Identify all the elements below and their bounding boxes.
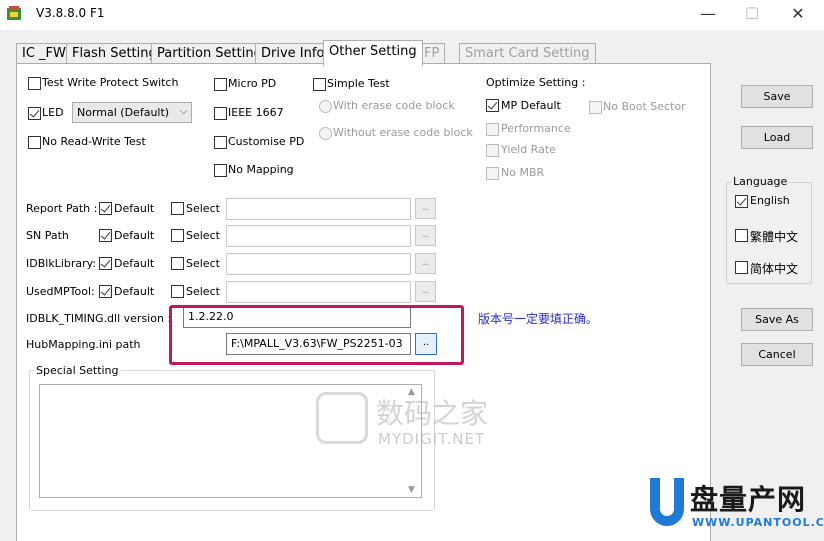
no-read-write-checkbox[interactable] (28, 136, 41, 149)
save-button[interactable]: Save (741, 85, 813, 108)
customise-pd-checkbox[interactable] (214, 136, 227, 149)
test-write-protect-checkbox[interactable] (28, 77, 41, 90)
language-title: Language (731, 175, 790, 188)
language-traditional-chinese-label: 繁體中文 (750, 230, 799, 244)
performance-label: Performance (501, 122, 571, 135)
led-label: LED (42, 106, 64, 119)
ieee1667-checkbox[interactable] (214, 107, 227, 120)
optimize-setting-title: Optimize Setting : (486, 76, 586, 89)
scroll-down-icon[interactable]: ▼ (408, 485, 415, 495)
used-mptool-label: UsedMPTool: (26, 285, 95, 298)
micro-pd-checkbox[interactable] (214, 78, 227, 91)
no-mapping-checkbox[interactable] (214, 164, 227, 177)
tab-partition-setting[interactable]: Partition Setting (151, 43, 268, 65)
micro-pd-label: Micro PD (228, 77, 277, 90)
used-mptool-browse-button[interactable]: .. (415, 281, 436, 302)
no-boot-sector-label: No Boot Sector (603, 100, 686, 113)
with-erase-label: With erase code block (333, 99, 455, 112)
maximize-button[interactable]: ☐ (730, 0, 774, 28)
without-erase-label: Without erase code block (333, 126, 473, 139)
report-path-select-checkbox[interactable] (171, 202, 184, 215)
mp-default-checkbox[interactable] (486, 99, 499, 112)
report-path-default-checkbox[interactable] (99, 202, 112, 215)
led-checkbox[interactable] (28, 107, 41, 120)
sn-path-default-checkbox[interactable] (99, 229, 112, 242)
idblk-library-default-label: Default (114, 257, 155, 270)
yield-rate-checkbox[interactable] (486, 144, 499, 157)
test-write-protect-label: Test Write Protect Switch (42, 76, 179, 89)
upantool-watermark-url: WWW.UPANTOOL.COM (692, 516, 824, 529)
mydigit-watermark-url: MYDIGIT.NET (378, 430, 486, 448)
tab-ic-fw[interactable]: IC _FW (16, 43, 72, 65)
tab-drive-info[interactable]: Drive Info (255, 43, 331, 65)
highlight-box (169, 305, 464, 365)
tab-other-setting[interactable]: Other Setting (323, 40, 423, 66)
chevron-down-icon: ⌵ (180, 107, 187, 117)
minimize-button[interactable]: — (686, 0, 730, 28)
led-mode-value: Normal (Default) (77, 106, 170, 119)
language-simplified-chinese-checkbox[interactable] (735, 261, 748, 274)
idblk-timing-label: IDBLK_TIMING.dll version : (26, 312, 172, 325)
mydigit-watermark-text: 数码之家 (376, 397, 489, 430)
sn-path-label: SN Path (26, 229, 69, 242)
performance-checkbox[interactable] (486, 123, 499, 136)
simple-test-label: Simple Test (327, 77, 390, 90)
without-erase-radio[interactable] (319, 127, 332, 140)
cancel-button[interactable]: Cancel (741, 343, 813, 366)
used-mptool-default-label: Default (114, 285, 155, 298)
load-button[interactable]: Load (741, 126, 813, 149)
mp-default-label: MP Default (501, 99, 561, 112)
idblk-library-input[interactable] (226, 253, 411, 275)
used-mptool-default-checkbox[interactable] (99, 285, 112, 298)
language-english-label: English (750, 194, 790, 207)
language-simplified-chinese-label: 简体中文 (750, 262, 799, 276)
used-mptool-select-label: Select (186, 285, 220, 298)
used-mptool-select-checkbox[interactable] (171, 285, 184, 298)
tab-smart-card-setting[interactable]: Smart Card Setting (459, 43, 596, 65)
no-read-write-label: No Read-Write Test (42, 135, 146, 148)
no-mbr-label: No MBR (501, 166, 545, 179)
idblk-library-browse-button[interactable]: .. (415, 253, 436, 274)
sn-path-default-label: Default (114, 229, 155, 242)
special-setting-title: Special Setting (34, 364, 121, 377)
no-mapping-label: No Mapping (228, 163, 294, 176)
app-icon (6, 5, 22, 21)
sn-path-select-checkbox[interactable] (171, 229, 184, 242)
hub-mapping-label: HubMapping.ini path (26, 338, 141, 351)
mydigit-logo-icon (316, 392, 368, 444)
no-mbr-checkbox[interactable] (486, 167, 499, 180)
used-mptool-input[interactable] (226, 281, 411, 303)
yield-rate-label: Yield Rate (501, 143, 556, 156)
sn-path-browse-button[interactable]: .. (415, 225, 436, 246)
report-path-select-label: Select (186, 202, 220, 215)
report-path-browse-button[interactable]: .. (415, 198, 436, 219)
customise-pd-label: Customise PD (228, 135, 305, 148)
sn-path-select-label: Select (186, 229, 220, 242)
no-boot-sector-checkbox[interactable] (589, 101, 602, 114)
led-mode-select[interactable]: Normal (Default) ⌵ (72, 102, 192, 123)
idblk-library-label: IDBlkLibrary: (26, 257, 97, 270)
report-path-label: Report Path : (26, 202, 98, 215)
save-as-button[interactable]: Save As (741, 308, 813, 331)
annotation-note: 版本号一定要填正确。 (478, 312, 599, 326)
upantool-watermark-text: 盘量产网 (690, 483, 807, 516)
language-english-checkbox[interactable] (735, 195, 748, 208)
report-path-input[interactable] (226, 198, 411, 220)
tab-flash-setting[interactable]: Flash Setting (66, 43, 163, 65)
ieee1667-label: IEEE 1667 (228, 106, 284, 119)
simple-test-checkbox[interactable] (313, 78, 326, 91)
upantool-logo-icon (650, 478, 684, 526)
idblk-library-default-checkbox[interactable] (99, 257, 112, 270)
idblk-library-select-checkbox[interactable] (171, 257, 184, 270)
title-bar: V3.8.8.0 F1 — ☐ ✕ (0, 0, 824, 30)
with-erase-radio[interactable] (319, 100, 332, 113)
idblk-library-select-label: Select (186, 257, 220, 270)
language-traditional-chinese-checkbox[interactable] (735, 229, 748, 242)
close-button[interactable]: ✕ (776, 0, 820, 28)
report-path-default-label: Default (114, 202, 155, 215)
sn-path-input[interactable] (226, 225, 411, 247)
window-title: V3.8.8.0 F1 (36, 6, 105, 20)
